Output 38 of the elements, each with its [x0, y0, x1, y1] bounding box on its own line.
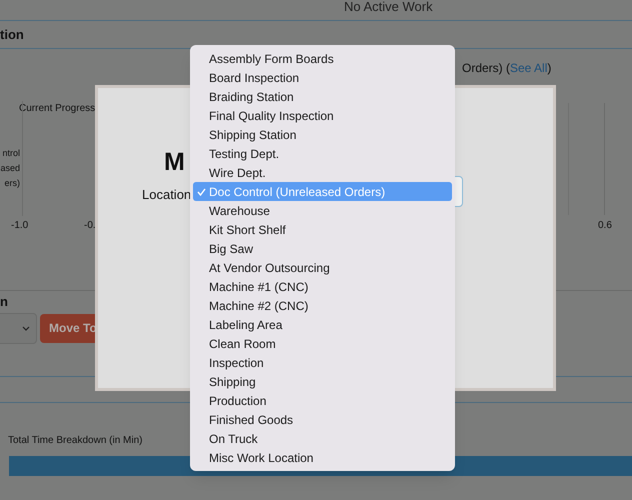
orders-summary: Orders) (See All) [462, 61, 552, 75]
axis-tick: -0. [84, 219, 96, 233]
menu-item[interactable]: Kit Short Shelf [193, 220, 452, 239]
menu-item[interactable]: Braiding Station [193, 87, 452, 106]
location-select[interactable] [0, 312, 37, 344]
axis-tick: 0.6 [598, 219, 612, 233]
chart-title: Current Progress [19, 102, 96, 116]
menu-item[interactable]: At Vendor Outsourcing [193, 258, 452, 277]
status-text: No Active Work [344, 0, 433, 16]
menu-item[interactable]: Shipping [193, 372, 452, 391]
checkmark-icon [196, 188, 206, 196]
menu-item[interactable]: Testing Dept. [193, 144, 452, 163]
menu-item[interactable]: Wire Dept. [193, 163, 452, 182]
menu-item[interactable]: Warehouse [193, 201, 452, 220]
menu-item[interactable]: Clean Room [193, 334, 452, 353]
location-label: Location [142, 186, 192, 204]
row-label: ers) [4, 177, 20, 190]
menu-item[interactable]: Board Inspection [193, 68, 452, 87]
menu-item[interactable]: Finished Goods [193, 410, 452, 429]
menu-item[interactable]: Production [193, 391, 452, 410]
menu-item[interactable]: Shipping Station [193, 125, 452, 144]
menu-item[interactable]: Machine #2 (CNC) [193, 296, 452, 315]
menu-item[interactable]: Inspection [193, 353, 452, 372]
menu-item[interactable]: Labeling Area [193, 315, 452, 334]
menu-item[interactable]: Machine #1 (CNC) [193, 277, 452, 296]
section-heading: tion [0, 26, 24, 44]
menu-item[interactable]: Assembly Form Boards [193, 49, 452, 68]
axis-tick: -1.0 [11, 219, 28, 233]
section-heading: n [0, 292, 8, 310]
modal-heading: M [164, 147, 185, 178]
row-label: ntrol [2, 147, 20, 160]
chart-title: Total Time Breakdown (in Min) [8, 434, 142, 448]
chevron-icon [22, 326, 30, 330]
menu-item[interactable]: Final Quality Inspection [193, 106, 452, 125]
menu-item[interactable]: On Truck [193, 429, 452, 448]
menu-item[interactable]: Misc Work Location [193, 448, 452, 467]
row-label: ased [0, 162, 20, 175]
menu-item[interactable]: Big Saw [193, 239, 452, 258]
